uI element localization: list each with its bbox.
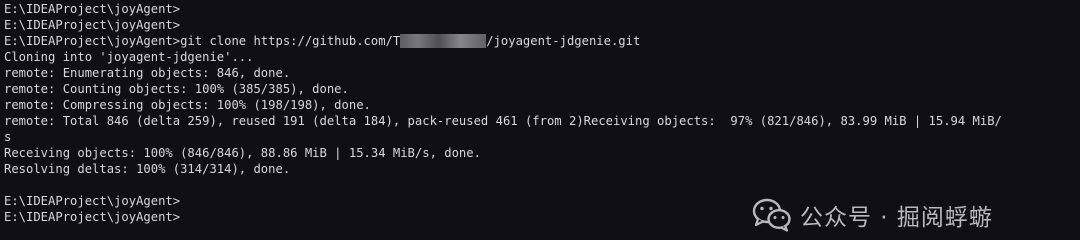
watermark-text: 公众号 · 掘阅蜉蝣	[800, 205, 993, 231]
clone-command-end: /joyagent-jdgenie.git	[486, 34, 641, 48]
terminal-line: Receiving objects: 100% (846/846), 88.86…	[4, 146, 481, 160]
clone-command-start: E:\IDEAProject\joyAgent>git clone https:…	[4, 34, 401, 48]
redacted-username	[400, 34, 487, 48]
terminal-line: remote: Counting objects: 100% (385/385)…	[4, 82, 349, 96]
terminal-window[interactable]: E:\IDEAProject\joyAgent> E:\IDEAProject\…	[0, 0, 1080, 233]
terminal-line: Cloning into 'joyagent-jdgenie'...	[4, 50, 254, 64]
terminal-line: Resolving deltas: 100% (314/314), done.	[4, 162, 291, 176]
terminal-line: s	[4, 130, 12, 144]
wechat-icon	[752, 198, 791, 232]
terminal-line: E:\IDEAProject\joyAgent>	[4, 2, 181, 16]
terminal-line: remote: Enumerating objects: 846, done.	[4, 66, 291, 80]
terminal-line-git-clone: E:\IDEAProject\joyAgent>git clone https:…	[4, 33, 1080, 49]
watermark: 公众号 · 掘阅蜉蝣	[752, 197, 993, 233]
terminal-line: remote: Total 846 (delta 259), reused 19…	[4, 114, 1002, 128]
terminal-line: remote: Compressing objects: 100% (198/1…	[4, 98, 371, 112]
terminal-line: E:\IDEAProject\joyAgent>	[4, 18, 181, 32]
